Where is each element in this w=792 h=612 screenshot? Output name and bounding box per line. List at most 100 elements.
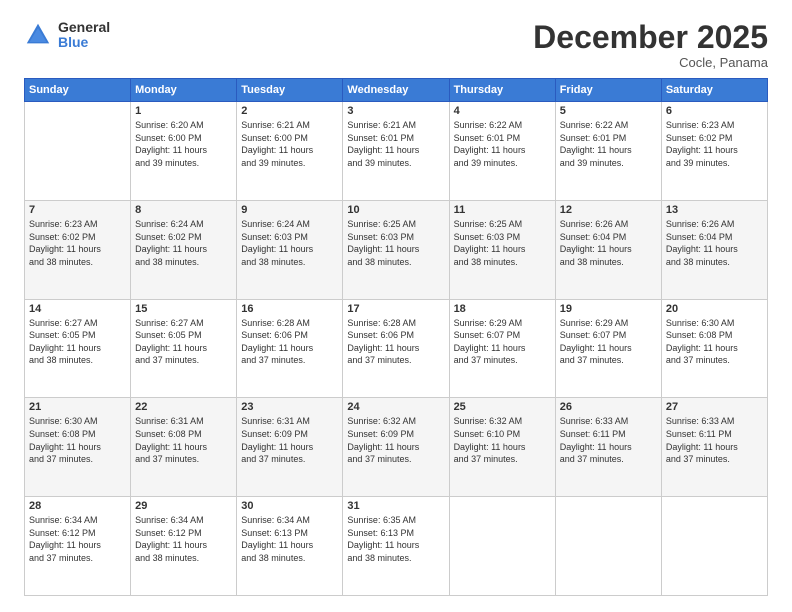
day-number: 5 bbox=[560, 105, 657, 117]
subtitle: Cocle, Panama bbox=[533, 55, 768, 70]
calendar-week-2: 7 Sunrise: 6:23 AM Sunset: 6:02 PM Daylig… bbox=[25, 200, 768, 299]
day-info: Sunrise: 6:31 AM Sunset: 6:09 PM Dayligh… bbox=[241, 415, 338, 465]
day-number: 21 bbox=[29, 401, 126, 413]
calendar-cell bbox=[661, 497, 767, 596]
day-info: Sunrise: 6:25 AM Sunset: 6:03 PM Dayligh… bbox=[454, 218, 551, 268]
calendar-week-3: 14 Sunrise: 6:27 AM Sunset: 6:05 PM Dayli… bbox=[25, 299, 768, 398]
day-number: 29 bbox=[135, 500, 232, 512]
day-number: 12 bbox=[560, 204, 657, 216]
day-number: 24 bbox=[347, 401, 444, 413]
day-number: 11 bbox=[454, 204, 551, 216]
calendar-cell: 11 Sunrise: 6:25 AM Sunset: 6:03 PM Dayli… bbox=[449, 200, 555, 299]
calendar-header-row: SundayMondayTuesdayWednesdayThursdayFrid… bbox=[25, 79, 768, 102]
day-number: 22 bbox=[135, 401, 232, 413]
day-info: Sunrise: 6:23 AM Sunset: 6:02 PM Dayligh… bbox=[666, 119, 763, 169]
day-number: 19 bbox=[560, 303, 657, 315]
day-info: Sunrise: 6:34 AM Sunset: 6:12 PM Dayligh… bbox=[135, 514, 232, 564]
day-number: 30 bbox=[241, 500, 338, 512]
calendar-cell: 29 Sunrise: 6:34 AM Sunset: 6:12 PM Dayli… bbox=[131, 497, 237, 596]
calendar-cell: 18 Sunrise: 6:29 AM Sunset: 6:07 PM Dayli… bbox=[449, 299, 555, 398]
day-number: 15 bbox=[135, 303, 232, 315]
calendar-cell: 20Sunrise: 6:30 AM Sunset: 6:08 PM Dayli… bbox=[661, 299, 767, 398]
day-info: Sunrise: 6:32 AM Sunset: 6:09 PM Dayligh… bbox=[347, 415, 444, 465]
day-number: 6 bbox=[666, 105, 763, 117]
day-number: 1 bbox=[135, 105, 232, 117]
calendar-header-tuesday: Tuesday bbox=[237, 79, 343, 102]
calendar-cell: 21 Sunrise: 6:30 AM Sunset: 6:08 PM Dayli… bbox=[25, 398, 131, 497]
calendar-cell bbox=[25, 102, 131, 201]
day-info: Sunrise: 6:26 AM Sunset: 6:04 PM Dayligh… bbox=[560, 218, 657, 268]
logo-blue: Blue bbox=[58, 35, 110, 50]
calendar-cell: 3Sunrise: 6:21 AM Sunset: 6:01 PM Daylig… bbox=[343, 102, 449, 201]
day-info: Sunrise: 6:22 AM Sunset: 6:01 PM Dayligh… bbox=[454, 119, 551, 169]
day-number: 18 bbox=[454, 303, 551, 315]
day-number: 8 bbox=[135, 204, 232, 216]
day-info: Sunrise: 6:33 AM Sunset: 6:11 PM Dayligh… bbox=[666, 415, 763, 465]
day-info: Sunrise: 6:29 AM Sunset: 6:07 PM Dayligh… bbox=[560, 317, 657, 367]
calendar-cell: 7 Sunrise: 6:23 AM Sunset: 6:02 PM Daylig… bbox=[25, 200, 131, 299]
day-info: Sunrise: 6:34 AM Sunset: 6:12 PM Dayligh… bbox=[29, 514, 126, 564]
day-info: Sunrise: 6:22 AM Sunset: 6:01 PM Dayligh… bbox=[560, 119, 657, 169]
day-info: Sunrise: 6:30 AM Sunset: 6:08 PM Dayligh… bbox=[29, 415, 126, 465]
calendar-week-1: 1Sunrise: 6:20 AM Sunset: 6:00 PM Daylig… bbox=[25, 102, 768, 201]
day-info: Sunrise: 6:27 AM Sunset: 6:05 PM Dayligh… bbox=[135, 317, 232, 367]
day-number: 7 bbox=[29, 204, 126, 216]
calendar-header-saturday: Saturday bbox=[661, 79, 767, 102]
calendar-cell: 6 Sunrise: 6:23 AM Sunset: 6:02 PM Daylig… bbox=[661, 102, 767, 201]
calendar-cell: 14 Sunrise: 6:27 AM Sunset: 6:05 PM Dayli… bbox=[25, 299, 131, 398]
calendar: SundayMondayTuesdayWednesdayThursdayFrid… bbox=[24, 78, 768, 596]
calendar-cell: 9Sunrise: 6:24 AM Sunset: 6:03 PM Daylig… bbox=[237, 200, 343, 299]
day-number: 9 bbox=[241, 204, 338, 216]
day-number: 10 bbox=[347, 204, 444, 216]
day-info: Sunrise: 6:24 AM Sunset: 6:02 PM Dayligh… bbox=[135, 218, 232, 268]
calendar-header-thursday: Thursday bbox=[449, 79, 555, 102]
day-info: Sunrise: 6:27 AM Sunset: 6:05 PM Dayligh… bbox=[29, 317, 126, 367]
calendar-header-monday: Monday bbox=[131, 79, 237, 102]
day-info: Sunrise: 6:33 AM Sunset: 6:11 PM Dayligh… bbox=[560, 415, 657, 465]
calendar-cell: 8 Sunrise: 6:24 AM Sunset: 6:02 PM Daylig… bbox=[131, 200, 237, 299]
day-info: Sunrise: 6:25 AM Sunset: 6:03 PM Dayligh… bbox=[347, 218, 444, 268]
calendar-week-5: 28 Sunrise: 6:34 AM Sunset: 6:12 PM Dayli… bbox=[25, 497, 768, 596]
calendar-cell: 27Sunrise: 6:33 AM Sunset: 6:11 PM Dayli… bbox=[661, 398, 767, 497]
day-number: 14 bbox=[29, 303, 126, 315]
calendar-cell: 30Sunrise: 6:34 AM Sunset: 6:13 PM Dayli… bbox=[237, 497, 343, 596]
calendar-cell: 17 Sunrise: 6:28 AM Sunset: 6:06 PM Dayli… bbox=[343, 299, 449, 398]
calendar-cell bbox=[449, 497, 555, 596]
calendar-cell bbox=[555, 497, 661, 596]
day-info: Sunrise: 6:26 AM Sunset: 6:04 PM Dayligh… bbox=[666, 218, 763, 268]
day-number: 2 bbox=[241, 105, 338, 117]
month-title: December 2025 bbox=[533, 20, 768, 55]
calendar-cell: 5 Sunrise: 6:22 AM Sunset: 6:01 PM Daylig… bbox=[555, 102, 661, 201]
calendar-week-4: 21 Sunrise: 6:30 AM Sunset: 6:08 PM Dayli… bbox=[25, 398, 768, 497]
calendar-cell: 13 Sunrise: 6:26 AM Sunset: 6:04 PM Dayli… bbox=[661, 200, 767, 299]
calendar-cell: 10 Sunrise: 6:25 AM Sunset: 6:03 PM Dayli… bbox=[343, 200, 449, 299]
logo-icon bbox=[24, 21, 52, 49]
day-info: Sunrise: 6:32 AM Sunset: 6:10 PM Dayligh… bbox=[454, 415, 551, 465]
day-info: Sunrise: 6:31 AM Sunset: 6:08 PM Dayligh… bbox=[135, 415, 232, 465]
day-info: Sunrise: 6:29 AM Sunset: 6:07 PM Dayligh… bbox=[454, 317, 551, 367]
calendar-cell: 15 Sunrise: 6:27 AM Sunset: 6:05 PM Dayli… bbox=[131, 299, 237, 398]
calendar-cell: 1Sunrise: 6:20 AM Sunset: 6:00 PM Daylig… bbox=[131, 102, 237, 201]
title-block: December 2025 Cocle, Panama bbox=[533, 20, 768, 70]
day-number: 25 bbox=[454, 401, 551, 413]
logo-text: General Blue bbox=[58, 20, 110, 51]
logo: General Blue bbox=[24, 20, 110, 51]
calendar-cell: 16Sunrise: 6:28 AM Sunset: 6:06 PM Dayli… bbox=[237, 299, 343, 398]
page: General Blue December 2025 Cocle, Panama… bbox=[0, 0, 792, 612]
day-number: 4 bbox=[454, 105, 551, 117]
calendar-cell: 4 Sunrise: 6:22 AM Sunset: 6:01 PM Daylig… bbox=[449, 102, 555, 201]
day-info: Sunrise: 6:28 AM Sunset: 6:06 PM Dayligh… bbox=[347, 317, 444, 367]
day-number: 28 bbox=[29, 500, 126, 512]
calendar-cell: 22 Sunrise: 6:31 AM Sunset: 6:08 PM Dayli… bbox=[131, 398, 237, 497]
day-number: 31 bbox=[347, 500, 444, 512]
day-info: Sunrise: 6:21 AM Sunset: 6:01 PM Dayligh… bbox=[347, 119, 444, 169]
calendar-cell: 12 Sunrise: 6:26 AM Sunset: 6:04 PM Dayli… bbox=[555, 200, 661, 299]
calendar-header-friday: Friday bbox=[555, 79, 661, 102]
day-number: 13 bbox=[666, 204, 763, 216]
calendar-cell: 26Sunrise: 6:33 AM Sunset: 6:11 PM Dayli… bbox=[555, 398, 661, 497]
day-info: Sunrise: 6:23 AM Sunset: 6:02 PM Dayligh… bbox=[29, 218, 126, 268]
day-number: 17 bbox=[347, 303, 444, 315]
calendar-header-wednesday: Wednesday bbox=[343, 79, 449, 102]
calendar-cell: 23Sunrise: 6:31 AM Sunset: 6:09 PM Dayli… bbox=[237, 398, 343, 497]
day-info: Sunrise: 6:21 AM Sunset: 6:00 PM Dayligh… bbox=[241, 119, 338, 169]
